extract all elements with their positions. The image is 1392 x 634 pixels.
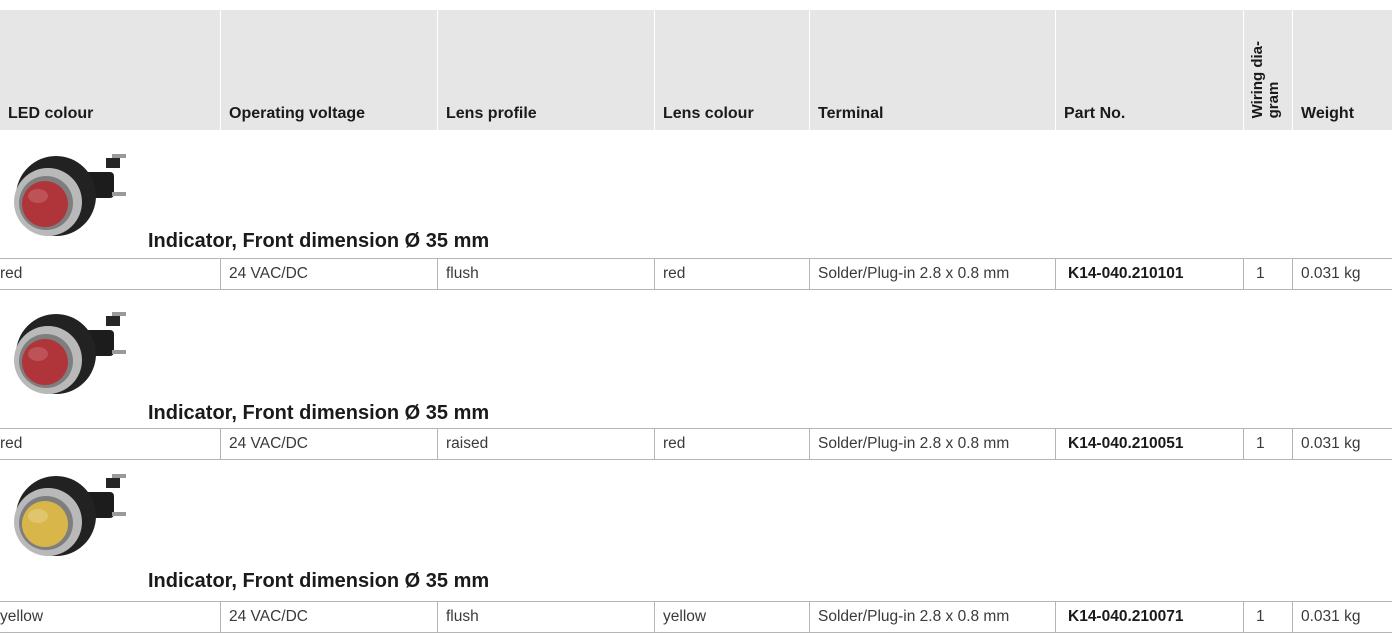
cell-terminal: Solder/Plug-in 2.8 x 0.8 mm: [809, 259, 1055, 289]
cell-part-no: K14-040.210071: [1055, 602, 1243, 632]
product-table: LED colour Operating voltage Lens profil…: [0, 0, 1392, 634]
cell-operating-voltage: 24 VAC/DC: [220, 429, 437, 459]
header-part-no: Part No.: [1055, 10, 1243, 130]
cell-lens-profile: raised: [437, 429, 654, 459]
product-group: Indicator, Front dimension Ø 35 mm red 2…: [0, 140, 1392, 298]
product-group: Indicator, Front dimension Ø 35 mm red 2…: [0, 298, 1392, 460]
indicator-product-image: [14, 474, 126, 556]
cell-terminal: Solder/Plug-in 2.8 x 0.8 mm: [809, 602, 1055, 632]
cell-operating-voltage: 24 VAC/DC: [220, 259, 437, 289]
cell-lens-colour: yellow: [654, 602, 809, 632]
cell-wiring-diagram: 1: [1243, 602, 1292, 632]
header-led-colour: LED colour: [8, 105, 94, 122]
table-row: yellow 24 VAC/DC flush yellow Solder/Plu…: [0, 601, 1392, 633]
header-lens-profile: Lens profile: [437, 10, 654, 130]
cell-part-no: K14-040.210051: [1055, 429, 1243, 459]
indicator-product-image: [14, 312, 126, 394]
cell-weight: 0.031 kg: [1292, 602, 1392, 632]
cell-operating-voltage: 24 VAC/DC: [220, 602, 437, 632]
cell-weight: 0.031 kg: [1292, 429, 1392, 459]
cell-led-colour: red: [0, 435, 23, 452]
cell-terminal: Solder/Plug-in 2.8 x 0.8 mm: [809, 429, 1055, 459]
group-title: Indicator, Front dimension Ø 35 mm: [148, 230, 490, 252]
product-group: Indicator, Front dimension Ø 35 mm yello…: [0, 456, 1392, 634]
cell-led-colour: red: [0, 265, 23, 282]
cell-lens-profile: flush: [437, 259, 654, 289]
header-weight: Weight: [1292, 10, 1392, 130]
table-row: red 24 VAC/DC flush red Solder/Plug-in 2…: [0, 258, 1392, 290]
cell-wiring-diagram: 1: [1243, 259, 1292, 289]
cell-led-colour: yellow: [0, 608, 44, 625]
cell-lens-profile: flush: [437, 602, 654, 632]
indicator-product-image: [14, 154, 126, 236]
cell-lens-colour: red: [654, 429, 809, 459]
cell-part-no: K14-040.210101: [1055, 259, 1243, 289]
group-title: Indicator, Front dimension Ø 35 mm: [148, 570, 490, 592]
cell-lens-colour: red: [654, 259, 809, 289]
header-terminal: Terminal: [809, 10, 1055, 130]
header-lens-colour: Lens colour: [654, 10, 809, 130]
header-wiring-diagram: Wiring dia- gram: [1243, 10, 1292, 130]
cell-weight: 0.031 kg: [1292, 259, 1392, 289]
cell-wiring-diagram: 1: [1243, 429, 1292, 459]
table-header: LED colour Operating voltage Lens profil…: [0, 10, 1392, 130]
header-operating-voltage: Operating voltage: [220, 10, 437, 130]
group-title: Indicator, Front dimension Ø 35 mm: [148, 402, 490, 424]
